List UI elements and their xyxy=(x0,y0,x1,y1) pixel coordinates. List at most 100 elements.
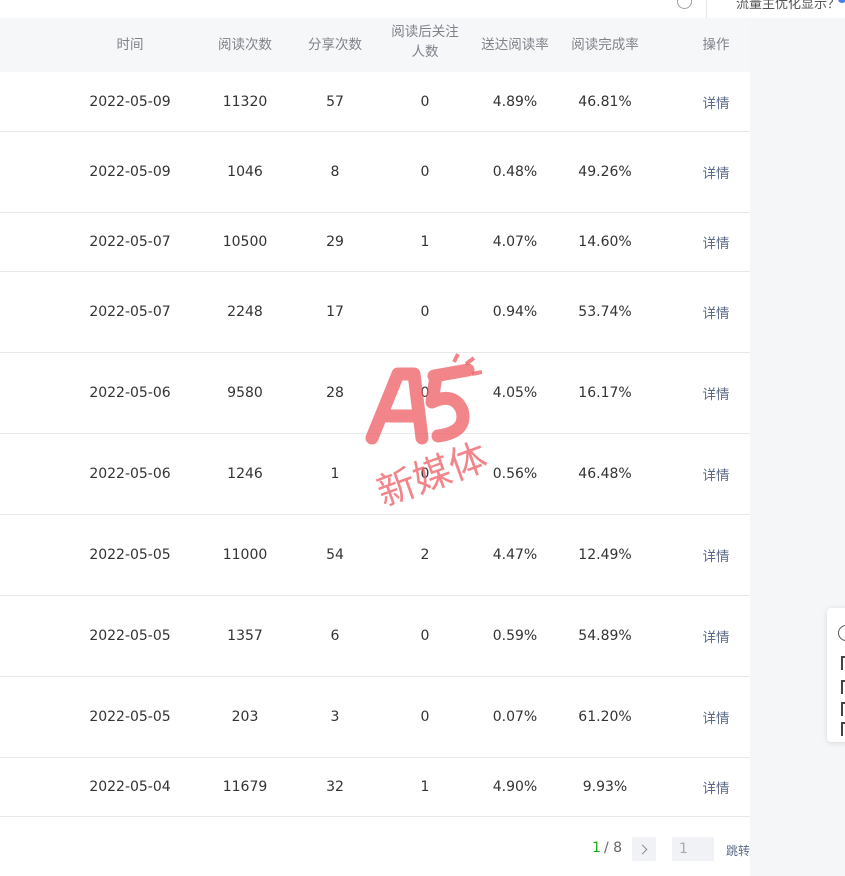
cell-time: 2022-05-05 xyxy=(89,708,171,725)
cell-time: 2022-05-04 xyxy=(89,778,171,795)
cell-completion: 16.17% xyxy=(578,384,632,401)
refresh-icon[interactable] xyxy=(677,0,692,9)
table-header: 时间 阅读次数 分享次数 阅读后关注人数 送达阅读率 阅读完成率 操作 xyxy=(0,18,750,72)
chevron-right-icon xyxy=(637,844,648,854)
cell-follows: 0 xyxy=(420,303,430,320)
cell-reads: 1357 xyxy=(227,627,263,644)
table-row: 2022-05-05 203 3 0 0.07% 61.20% 详情 xyxy=(0,676,750,758)
cell-time: 2022-05-09 xyxy=(89,93,171,110)
table-row: 2022-05-05 1357 6 0 0.59% 54.89% 详情 xyxy=(0,595,750,677)
cell-reads: 11679 xyxy=(222,778,268,795)
cell-reach-rate: 0.07% xyxy=(492,708,538,725)
cell-shares: 28 xyxy=(326,384,344,401)
cell-shares: 6 xyxy=(330,627,340,644)
pagination: 1 / 8 跳转 xyxy=(0,830,750,870)
detail-link[interactable]: 详情 xyxy=(703,212,730,271)
cell-reads: 9580 xyxy=(227,384,263,401)
header-completion: 阅读完成率 xyxy=(571,37,639,53)
cell-time: 2022-05-07 xyxy=(89,233,171,250)
side-tip-card[interactable] xyxy=(827,608,845,742)
cell-reach-rate: 0.48% xyxy=(492,163,538,180)
cell-reads: 2248 xyxy=(227,303,263,320)
cell-follows: 2 xyxy=(420,546,430,563)
cell-shares: 54 xyxy=(326,546,344,563)
cell-completion: 9.93% xyxy=(582,778,628,795)
detail-link[interactable]: 详情 xyxy=(703,595,730,676)
cell-completion: 46.81% xyxy=(578,93,632,110)
info-icon xyxy=(838,625,845,641)
page-number-input[interactable] xyxy=(672,837,714,861)
header-reads: 阅读次数 xyxy=(218,37,272,53)
cell-reach-rate: 4.05% xyxy=(492,384,538,401)
cell-completion: 14.60% xyxy=(578,233,632,250)
detail-link[interactable]: 详情 xyxy=(703,514,730,595)
content-panel: 时间 阅读次数 分享次数 阅读后关注人数 送达阅读率 阅读完成率 操作 2022… xyxy=(0,18,750,876)
cell-follows: 0 xyxy=(420,384,430,401)
cell-reads: 10500 xyxy=(222,233,268,250)
detail-link[interactable]: 详情 xyxy=(703,271,730,352)
cell-completion: 46.48% xyxy=(578,465,632,482)
cell-follows: 1 xyxy=(420,778,430,795)
cell-shares: 1 xyxy=(330,465,340,482)
cell-time: 2022-05-05 xyxy=(89,546,171,563)
detail-link[interactable]: 详情 xyxy=(703,676,730,757)
jump-button[interactable]: 跳转 xyxy=(726,842,750,859)
table-row: 2022-05-09 1046 8 0 0.48% 49.26% 详情 xyxy=(0,131,750,213)
cell-shares: 32 xyxy=(326,778,344,795)
detail-link[interactable]: 详情 xyxy=(703,352,730,433)
table-row: 2022-05-06 1246 1 0 0.56% 46.48% 详情 xyxy=(0,433,750,515)
cell-shares: 8 xyxy=(330,163,340,180)
cell-completion: 49.26% xyxy=(578,163,632,180)
cell-reach-rate: 0.56% xyxy=(492,465,538,482)
cell-follows: 0 xyxy=(420,708,430,725)
tip-glyph xyxy=(841,656,845,670)
tip-glyph xyxy=(841,722,845,736)
table-row: 2022-05-04 11679 32 1 4.90% 9.93% 详情 xyxy=(0,757,750,817)
header-action: 操作 xyxy=(702,37,730,53)
header-follows: 阅读后关注人数 xyxy=(391,24,459,60)
cell-completion: 61.20% xyxy=(578,708,632,725)
cell-reads: 1246 xyxy=(227,465,263,482)
table-row: 2022-05-07 2248 17 0 0.94% 53.74% 详情 xyxy=(0,271,750,353)
current-page: 1 xyxy=(592,840,601,856)
detail-link[interactable]: 详情 xyxy=(703,433,730,514)
cell-shares: 57 xyxy=(326,93,344,110)
cell-follows: 0 xyxy=(420,465,430,482)
cell-shares: 3 xyxy=(330,708,340,725)
cell-reads: 11320 xyxy=(222,93,268,110)
cell-follows: 0 xyxy=(420,627,430,644)
cell-completion: 54.89% xyxy=(578,627,632,644)
cell-reach-rate: 4.89% xyxy=(492,93,538,110)
detail-link[interactable]: 详情 xyxy=(703,757,730,816)
cell-reads: 203 xyxy=(231,708,259,725)
cell-time: 2022-05-05 xyxy=(89,627,171,644)
detail-link[interactable]: 详情 xyxy=(703,72,730,131)
cell-time: 2022-05-06 xyxy=(89,465,171,482)
cell-reach-rate: 4.07% xyxy=(492,233,538,250)
promo-text[interactable]: 流量主优化显示？ xyxy=(736,0,840,12)
next-page-button[interactable] xyxy=(632,837,656,861)
detail-link[interactable]: 详情 xyxy=(703,131,730,212)
cell-time: 2022-05-07 xyxy=(89,303,171,320)
cell-follows: 0 xyxy=(420,93,430,110)
table-row: 2022-05-05 11000 54 2 4.47% 12.49% 详情 xyxy=(0,514,750,596)
cell-reads: 1046 xyxy=(227,163,263,180)
table-row: 2022-05-09 11320 57 0 4.89% 46.81% 详情 xyxy=(0,72,750,132)
cell-time: 2022-05-06 xyxy=(89,384,171,401)
tip-glyph xyxy=(841,680,845,694)
cell-reads: 11000 xyxy=(222,546,268,563)
header-time: 时间 xyxy=(116,37,144,53)
cell-reach-rate: 0.94% xyxy=(492,303,538,320)
tip-glyph xyxy=(841,702,845,716)
cell-completion: 53.74% xyxy=(578,303,632,320)
cell-follows: 0 xyxy=(420,163,430,180)
cell-shares: 17 xyxy=(326,303,344,320)
cell-shares: 29 xyxy=(326,233,344,250)
table-row: 2022-05-06 9580 28 0 4.05% 16.17% 详情 xyxy=(0,352,750,434)
cell-reach-rate: 0.59% xyxy=(492,627,538,644)
cell-follows: 1 xyxy=(420,233,430,250)
cell-completion: 12.49% xyxy=(578,546,632,563)
header-reach-rate: 送达阅读率 xyxy=(481,37,549,53)
cell-reach-rate: 4.90% xyxy=(492,778,538,795)
table-row: 2022-05-07 10500 29 1 4.07% 14.60% 详情 xyxy=(0,212,750,272)
